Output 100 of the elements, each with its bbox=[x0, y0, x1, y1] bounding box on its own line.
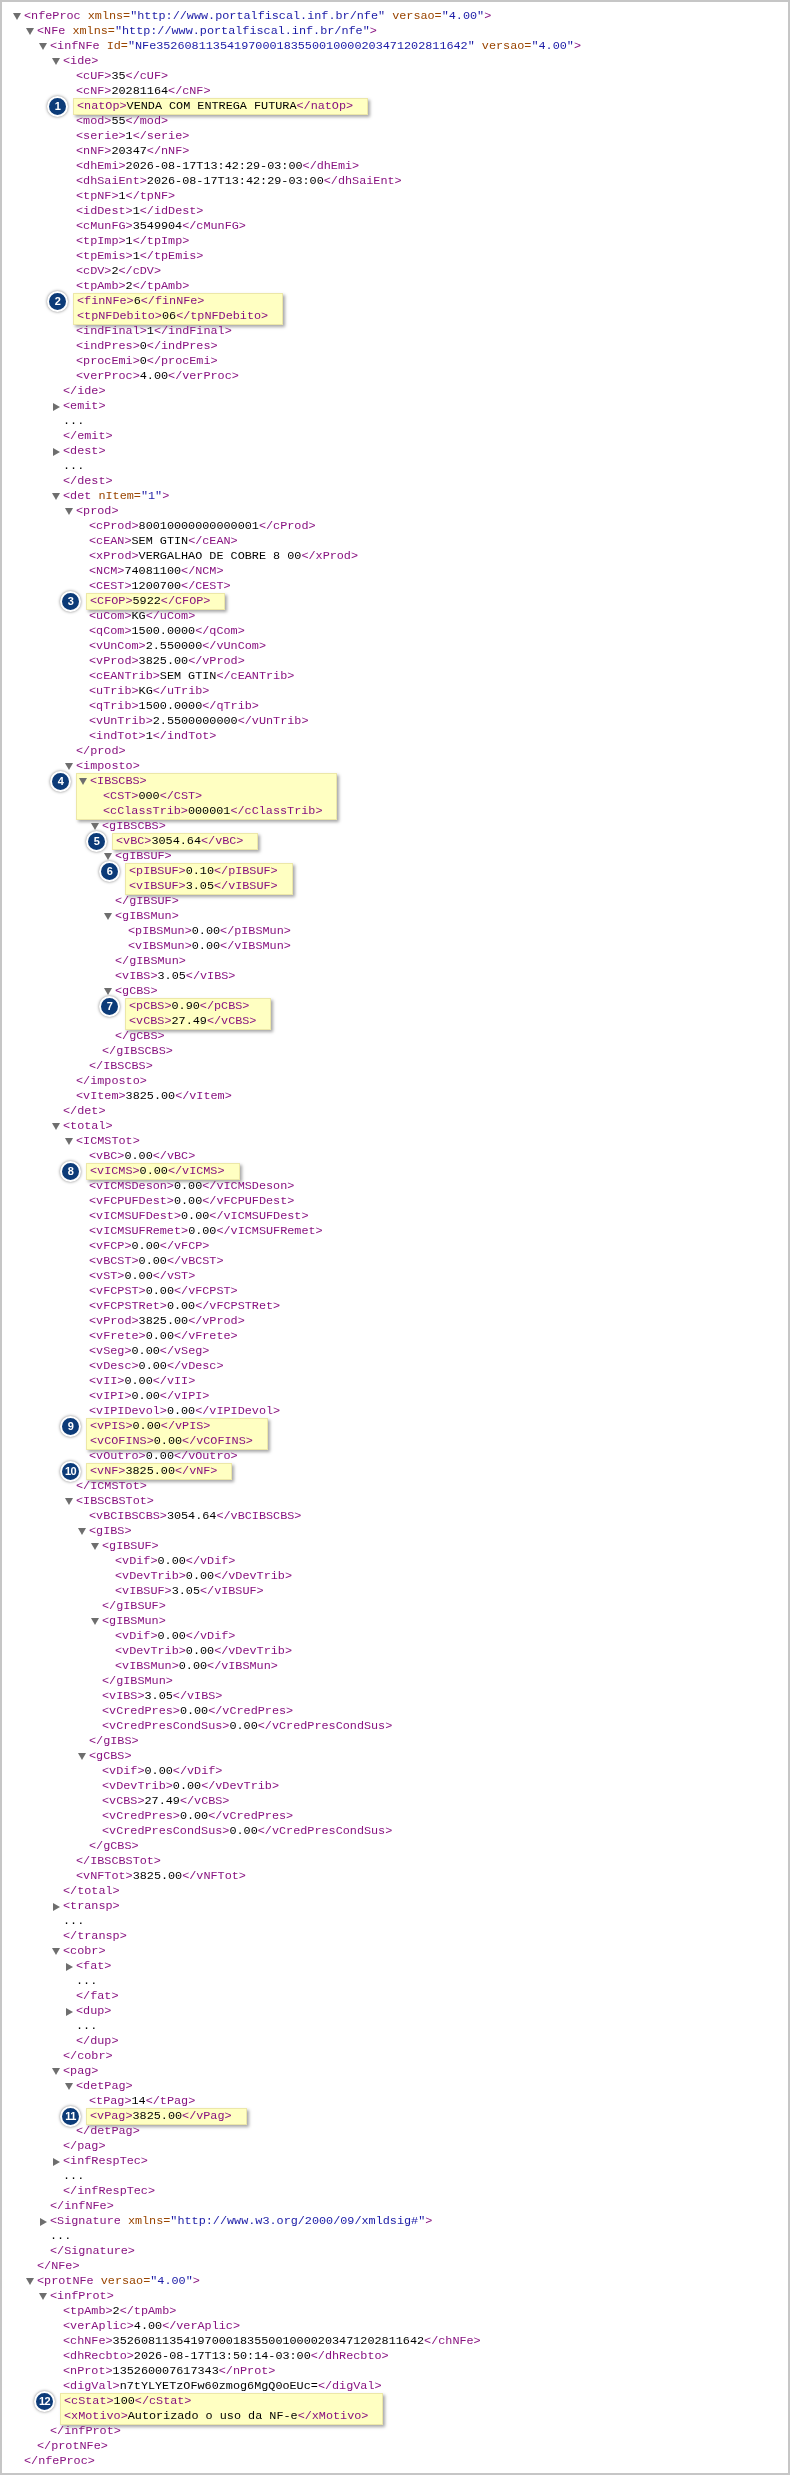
xml-tag-line: <detPag> bbox=[76, 2079, 133, 2094]
xml-element-line: <vProd>3825.00</vProd> bbox=[89, 1314, 245, 1329]
xml-element-line: <uTrib>KG</uTrib> bbox=[89, 684, 210, 699]
xml-element-line: <mod>55</mod> bbox=[76, 114, 169, 129]
collapse-arrow[interactable] bbox=[52, 58, 60, 65]
xml-tag-line: <imposto> bbox=[76, 759, 140, 774]
xml-tag-line: <gIBSMun> bbox=[102, 1614, 166, 1629]
callout-badge: 1 bbox=[47, 96, 68, 117]
xml-element-line: <vProd>3825.00</vProd> bbox=[89, 654, 245, 669]
collapse-arrow[interactable] bbox=[52, 1123, 60, 1130]
xml-element-line: <vST>0.00</vST> bbox=[89, 1269, 196, 1284]
collapse-arrow[interactable] bbox=[26, 28, 34, 35]
callout-badge: 2 bbox=[47, 291, 68, 312]
collapse-arrow[interactable] bbox=[65, 2083, 73, 2090]
xml-element-line: <vFCPUFDest>0.00</vFCPUFDest> bbox=[89, 1194, 295, 1209]
xml-tag-line: <infRespTec> bbox=[63, 2154, 148, 2169]
xml-closing-tag: </Signature> bbox=[50, 2244, 135, 2259]
collapse-arrow[interactable] bbox=[91, 1543, 99, 1550]
expand-arrow[interactable] bbox=[66, 2007, 73, 2016]
xml-element-line: <vCredPresCondSus>0.00</vCredPresCondSus> bbox=[102, 1719, 393, 1734]
collapse-arrow[interactable] bbox=[39, 43, 47, 50]
xml-closing-tag: </ide> bbox=[63, 384, 106, 399]
xml-element-line: <vCredPres>0.00</vCredPres> bbox=[102, 1704, 294, 1719]
expand-arrow[interactable] bbox=[53, 402, 60, 411]
xml-element-line: <vICMSDeson>0.00</vICMSDeson> bbox=[89, 1179, 295, 1194]
xml-element-line: <indFinal>1</indFinal> bbox=[76, 324, 232, 339]
collapse-arrow[interactable] bbox=[26, 2278, 34, 2285]
xml-element-line: <vOutro>0.00</vOutro> bbox=[89, 1449, 238, 1464]
xml-element-line: <pCBS>0.90</pCBS> bbox=[129, 999, 250, 1014]
xml-closing-tag: </NFe> bbox=[37, 2259, 80, 2274]
collapse-arrow[interactable] bbox=[52, 1948, 60, 1955]
xml-closing-tag: </prod> bbox=[76, 744, 126, 759]
expand-arrow[interactable] bbox=[53, 1902, 60, 1911]
xml-closing-tag: </gIBSCBS> bbox=[102, 1044, 173, 1059]
xml-element-line: <tpEmis>1</tpEmis> bbox=[76, 249, 204, 264]
callout-badge: 5 bbox=[86, 831, 107, 852]
xml-element-line: <vBCST>0.00</vBCST> bbox=[89, 1254, 224, 1269]
xml-closing-tag: </det> bbox=[63, 1104, 106, 1119]
xml-element-line: <vII>0.00</vII> bbox=[89, 1374, 196, 1389]
xml-tag-line: <gIBSCBS> bbox=[102, 819, 166, 834]
xml-element-line: <idDest>1</idDest> bbox=[76, 204, 204, 219]
xml-closing-tag: </gCBS> bbox=[115, 1029, 165, 1044]
xml-element-line: <procEmi>0</procEmi> bbox=[76, 354, 218, 369]
collapse-arrow[interactable] bbox=[65, 508, 73, 515]
collapsed-ellipsis: ... bbox=[63, 459, 85, 474]
xml-element-line: <cEANTrib>SEM GTIN</cEANTrib> bbox=[89, 669, 295, 684]
xml-element-line: <vDif>0.00</vDif> bbox=[115, 1629, 236, 1644]
xml-element-line: <vBC>0.00</vBC> bbox=[89, 1149, 196, 1164]
xml-closing-tag: </gIBSMun> bbox=[115, 954, 186, 969]
xml-closing-tag: </IBSCBS> bbox=[89, 1059, 153, 1074]
xml-element-line: <serie>1</serie> bbox=[76, 129, 190, 144]
collapse-arrow[interactable] bbox=[52, 2068, 60, 2075]
xml-element-line: <vDevTrib>0.00</vDevTrib> bbox=[115, 1569, 292, 1584]
xml-closing-tag: </fat> bbox=[76, 1989, 119, 2004]
collapsed-ellipsis: ... bbox=[63, 414, 85, 429]
expand-arrow[interactable] bbox=[40, 2217, 47, 2226]
collapse-arrow[interactable] bbox=[78, 1753, 86, 1760]
expand-arrow[interactable] bbox=[53, 447, 60, 456]
collapse-arrow[interactable] bbox=[79, 778, 87, 785]
xml-element-line: <dhRecbto>2026-08-17T13:50:14-03:00</dhRecbto> bbox=[63, 2349, 389, 2364]
xml-element-line: <vDif>0.00</vDif> bbox=[102, 1764, 223, 1779]
expand-arrow[interactable] bbox=[66, 1962, 73, 1971]
collapse-arrow[interactable] bbox=[104, 913, 112, 920]
collapse-arrow[interactable] bbox=[65, 1138, 73, 1145]
expand-arrow[interactable] bbox=[53, 2157, 60, 2166]
xml-element-line: <tpImp>1</tpImp> bbox=[76, 234, 190, 249]
xml-element-line: <vIBSUF>3.05</vIBSUF> bbox=[129, 879, 278, 894]
xml-element-line: <natOp>VENDA COM ENTREGA FUTURA</natOp> bbox=[77, 99, 354, 114]
xml-element-line: <qTrib>1500.0000</qTrib> bbox=[89, 699, 259, 714]
callout-badge: 12 bbox=[34, 2391, 55, 2412]
xml-element-line: <chNFe>35260811354197000183550010000203471202811642</chNFe> bbox=[63, 2334, 481, 2349]
xml-element-line: <vFCPST>0.00</vFCPST> bbox=[89, 1284, 238, 1299]
collapse-arrow[interactable] bbox=[39, 2293, 47, 2300]
xml-element-line: <vDif>0.00</vDif> bbox=[115, 1554, 236, 1569]
xml-tag-line: <gIBSUF> bbox=[102, 1539, 159, 1554]
xml-element-line: <vFCPSTRet>0.00</vFCPSTRet> bbox=[89, 1299, 281, 1314]
xml-element-line: <vSeg>0.00</vSeg> bbox=[89, 1344, 210, 1359]
xml-closing-tag: </cobr> bbox=[63, 2049, 113, 2064]
xml-element-line: <indTot>1</indTot> bbox=[89, 729, 217, 744]
collapse-arrow[interactable] bbox=[52, 493, 60, 500]
collapse-arrow[interactable] bbox=[78, 1528, 86, 1535]
xml-element-line: <tpNF>1</tpNF> bbox=[76, 189, 176, 204]
xml-closing-tag: </imposto> bbox=[76, 1074, 147, 1089]
xml-element-line: <cEAN>SEM GTIN</cEAN> bbox=[89, 534, 238, 549]
xml-element-line: <cUF>35</cUF> bbox=[76, 69, 169, 84]
xml-element-line: <nProt>135260007617343</nProt> bbox=[63, 2364, 276, 2379]
callout-badge: 3 bbox=[60, 591, 81, 612]
collapse-arrow[interactable] bbox=[91, 1618, 99, 1625]
collapse-arrow[interactable] bbox=[65, 1498, 73, 1505]
callout-badge: 11 bbox=[60, 2106, 81, 2127]
xml-tag-line: <pag> bbox=[63, 2064, 99, 2079]
xml-element-line: <tpAmb>2</tpAmb> bbox=[63, 2304, 177, 2319]
xml-element-line: <verAplic>4.00</verAplic> bbox=[63, 2319, 240, 2334]
collapse-arrow[interactable] bbox=[13, 13, 21, 20]
xml-closing-tag: </total> bbox=[63, 1884, 120, 1899]
xml-element-line: <vFCP>0.00</vFCP> bbox=[89, 1239, 210, 1254]
xml-tag-line: <cobr> bbox=[63, 1944, 106, 1959]
xml-tag-line: <emit> bbox=[63, 399, 106, 414]
xml-element-line: <vIBS>3.05</vIBS> bbox=[115, 969, 236, 984]
xml-element-line: <vUnCom>2.550000</vUnCom> bbox=[89, 639, 266, 654]
